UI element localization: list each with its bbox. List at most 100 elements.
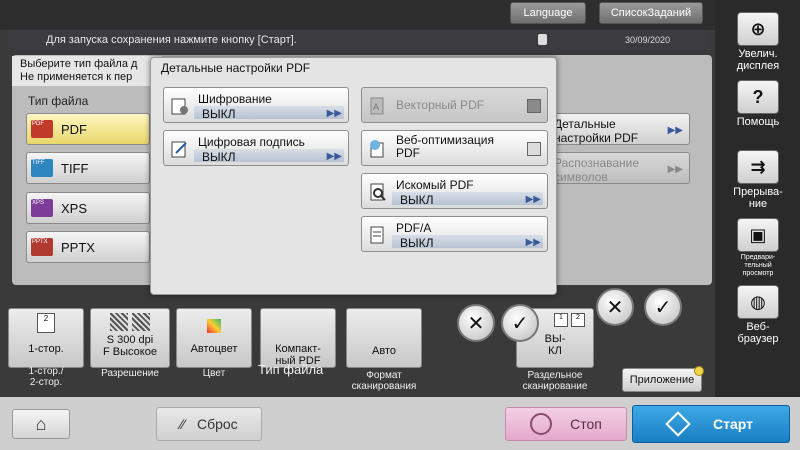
color-label: Цвет: [202, 368, 226, 379]
encryption-button[interactable]: Шифрование ВЫКЛ ▶▶: [163, 87, 349, 123]
separate-scan-label-line2: сканирование: [522, 381, 588, 392]
pdfa-value: ВЫКЛ: [400, 236, 434, 250]
digital-signature-button[interactable]: Цифровая подпись ВЫКЛ ▶▶: [163, 130, 349, 166]
language-button[interactable]: Language: [510, 2, 586, 24]
stop-button[interactable]: Стоп: [505, 407, 627, 441]
stop-icon: [530, 413, 553, 435]
preview-button[interactable]: ▣ Предвари- тельный просмотр: [721, 218, 795, 278]
interrupt-icon: ⇉: [737, 150, 779, 184]
interrupt-line2: ние: [748, 198, 768, 210]
ocr-line2: символов: [554, 170, 608, 184]
home-button[interactable]: ⌂: [12, 409, 70, 439]
stop-label: Стоп: [570, 416, 602, 432]
scan-format-tile[interactable]: Авто: [346, 308, 422, 368]
web-optimization-title: Веб-оптимизация PDF: [396, 134, 494, 160]
simplex-label: 1-стор./ 2-стор.: [8, 366, 84, 388]
zoom-display-button[interactable]: ⊕ Увелич. дисплея: [721, 12, 795, 72]
simplex-label-line2: 2-стор.: [29, 377, 63, 388]
web-optimization-checkbox[interactable]: [527, 142, 541, 156]
interrupt-line1: Прерыва-: [733, 186, 783, 198]
encryption-icon: [170, 96, 190, 116]
zoom-line2: дисплея: [736, 60, 780, 72]
application-label: Приложение: [629, 374, 695, 386]
preview-line2: тельный: [744, 262, 772, 269]
file-type-tile[interactable]: Компакт- ный PDF: [260, 308, 336, 368]
pdf-detail-dialog: Детальные настройки PDF Шифрование ВЫКЛ …: [150, 57, 557, 295]
pdfa-button[interactable]: PDF/A ВЫКЛ ▶▶: [361, 216, 548, 252]
scan-format-label: Формат сканирования: [338, 370, 430, 392]
lock-icon: [538, 34, 547, 45]
resolution-label: Разрешение: [101, 368, 159, 379]
double-arrow-icon: ▶▶: [667, 164, 683, 175]
searchable-pdf-button[interactable]: Искомый PDF ВЫКЛ ▶▶: [361, 173, 548, 209]
scan-format-value: Авто: [372, 345, 396, 357]
scan-format-label-line1: Формат: [366, 370, 402, 381]
start-label: Старт: [713, 416, 753, 432]
color-value: Автоцвет: [190, 343, 238, 355]
ocr-button[interactable]: Распознавание символов ▶▶: [545, 152, 690, 184]
vector-pdf-toggle[interactable]: A Векторный PDF: [361, 87, 548, 123]
double-arrow-icon: ▶▶: [326, 108, 342, 119]
double-arrow-icon: ▶▶: [667, 125, 683, 136]
preview-icon: ▣: [737, 218, 779, 252]
right-sidebar: ⊕ Увелич. дисплея ? Помощь ⇉ Прерыва- ни…: [715, 0, 800, 397]
globe-icon: ◍: [737, 285, 779, 319]
detail-pdf-line2: настройки PDF: [554, 131, 639, 145]
pdfa-icon: [368, 225, 388, 245]
web-optimization-toggle[interactable]: Веб-оптимизация PDF: [361, 130, 548, 166]
web-browser-button[interactable]: ◍ Веб- браузер: [721, 285, 795, 345]
help-button[interactable]: ? Помощь: [721, 80, 795, 128]
prompt-line-1: Выберите тип файла д: [20, 58, 138, 70]
home-icon: ⌂: [35, 413, 47, 434]
encryption-value: ВЫКЛ: [202, 107, 236, 121]
simplex-value: 1-стор.: [28, 343, 64, 355]
main-screen: Language СписокЗаданий Для запуска сохра…: [0, 0, 715, 397]
simplex-label-line1: 1-стор./: [28, 366, 64, 377]
ocr-line1: Распознавание: [554, 156, 640, 170]
reset-button[interactable]: ⁄⁄ Сброс: [156, 407, 262, 441]
interrupt-button[interactable]: ⇉ Прерыва- ние: [721, 150, 795, 210]
file-type-xps[interactable]: XPS XPS: [26, 192, 150, 224]
dialog-ok-button[interactable]: ✓: [501, 304, 539, 342]
detail-pdf-settings-button[interactable]: Детальные настройки PDF ▶▶: [545, 113, 690, 145]
svg-text:A: A: [373, 102, 379, 112]
signature-icon: [170, 139, 190, 159]
color-tile[interactable]: Автоцвет: [176, 308, 252, 368]
double-arrow-icon: ▶▶: [525, 237, 541, 248]
searchable-pdf-title: Искомый PDF: [396, 178, 474, 192]
web-optimization-line2: PDF: [396, 146, 420, 160]
web-optimization-icon: [368, 139, 388, 159]
message-bar: Для запуска сохранения нажмите кнопку [С…: [8, 30, 708, 50]
file-type-tiff[interactable]: TIFF TIFF: [26, 152, 150, 184]
zoom-in-icon: ⊕: [737, 12, 779, 46]
pdf-file-icon: PDF: [31, 120, 53, 138]
page-icon: 2: [37, 313, 55, 333]
double-arrow-icon: ▶▶: [326, 151, 342, 162]
color-icon: [207, 319, 221, 333]
preview-line1: Предвари-: [740, 254, 776, 261]
file-type-pdf[interactable]: PDF PDF: [26, 113, 150, 145]
date-display: 30/09/2020: [624, 35, 670, 45]
separate-scan-value-line2: КЛ: [548, 345, 562, 357]
dialog-cancel-button[interactable]: ✕: [457, 304, 495, 342]
browser-line1: Веб-: [746, 321, 770, 333]
reset-icon: ⁄⁄: [180, 416, 185, 432]
resolution-icon: [91, 313, 169, 331]
vector-pdf-checkbox[interactable]: [527, 99, 541, 113]
double-arrow-icon: ▶▶: [525, 194, 541, 205]
signature-title: Цифровая подпись: [198, 135, 305, 149]
settings-row: 2 1-стор. 1-стор./ 2-стор. S 300 dpi F В…: [8, 300, 708, 397]
job-list-button[interactable]: СписокЗаданий: [599, 2, 703, 24]
encryption-title: Шифрование: [198, 92, 272, 106]
simplex-tile[interactable]: 2 1-стор.: [8, 308, 84, 368]
reset-label: Сброс: [196, 416, 238, 432]
file-type-xps-label: XPS: [61, 200, 88, 216]
preview-line3: просмотр: [742, 270, 774, 277]
application-button[interactable]: Приложение: [622, 366, 704, 392]
separate-scan-label-line1: Раздельное: [527, 370, 583, 381]
notification-dot: [694, 366, 704, 376]
file-type-pptx[interactable]: PPTX PPTX: [26, 231, 150, 263]
start-button[interactable]: Старт: [632, 405, 790, 443]
resolution-tile[interactable]: S 300 dpi F Высокое: [90, 308, 170, 368]
file-type-pdf-label: PDF: [61, 121, 87, 137]
